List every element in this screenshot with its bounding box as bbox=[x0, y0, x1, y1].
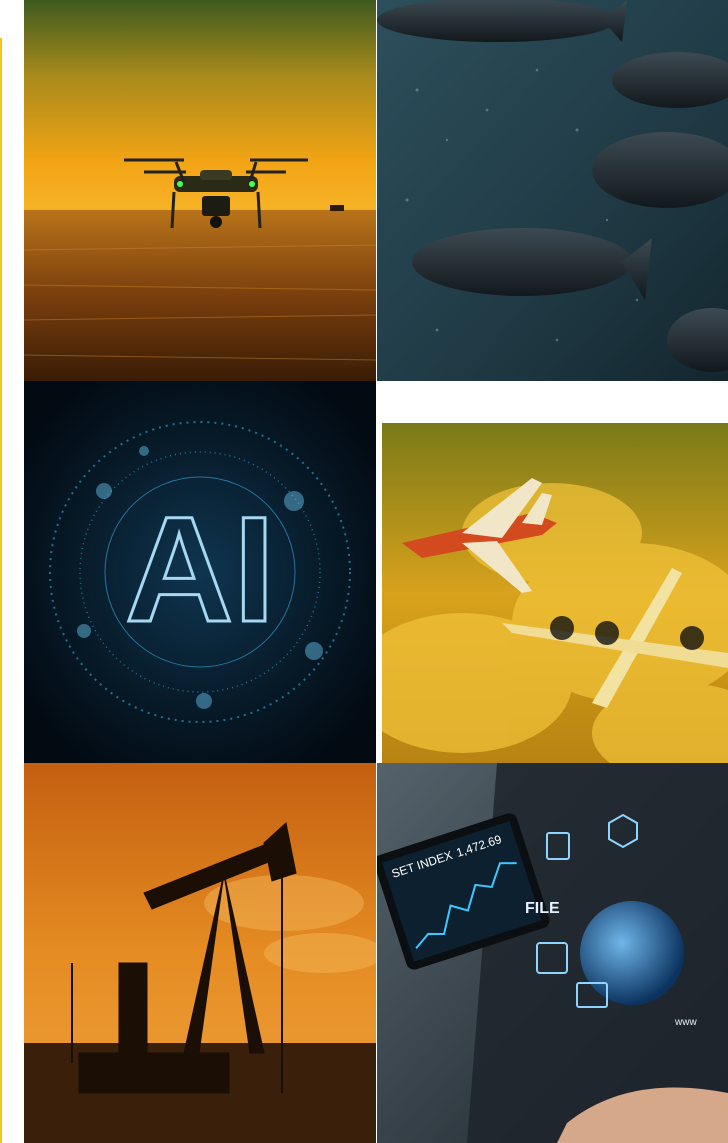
business-tablet-image: SET INDEX 1,472.69 FILE www bbox=[377, 763, 728, 1143]
ai-label: AI bbox=[125, 485, 275, 653]
globe-icon bbox=[580, 901, 684, 1005]
aircraft-clouds-image bbox=[382, 423, 728, 763]
file-label: FILE bbox=[525, 900, 560, 917]
drone-field-image bbox=[24, 0, 376, 381]
ai-circuit-image: AI bbox=[24, 381, 376, 763]
accent-bar bbox=[0, 38, 2, 1143]
www-label: www bbox=[674, 1017, 697, 1028]
salmon-school-image bbox=[377, 0, 728, 381]
oil-pumpjack-image bbox=[24, 763, 376, 1143]
